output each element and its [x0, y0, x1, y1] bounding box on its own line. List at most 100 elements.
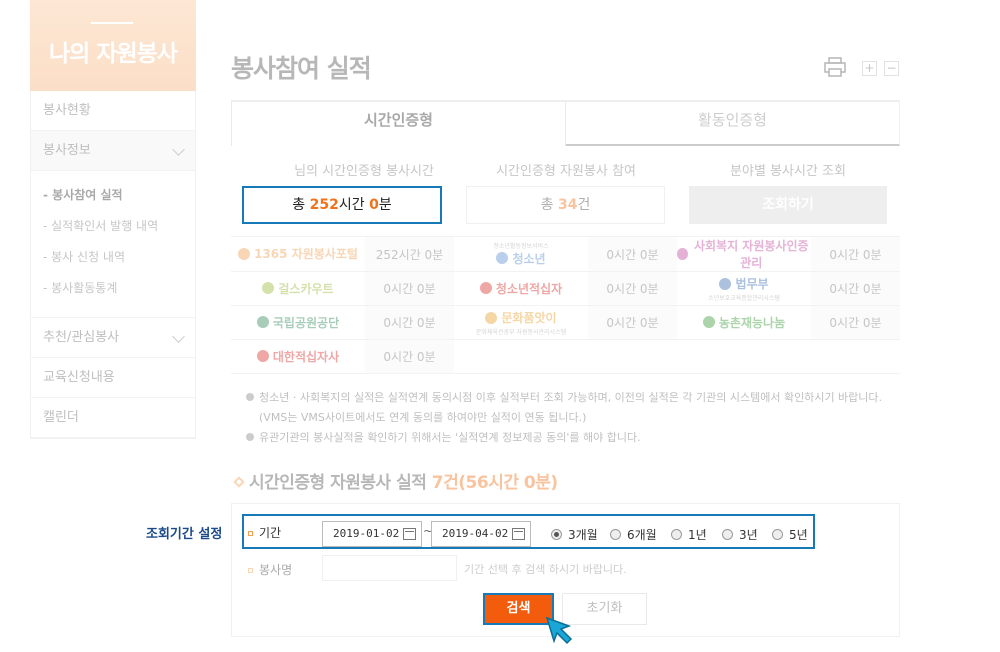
org-logo-mark: 청소년	[496, 250, 546, 267]
org-logo-icon	[702, 316, 715, 329]
org-logo-mark: 법무부	[719, 275, 769, 292]
org-logo-mark: 걸스카우트	[262, 280, 334, 297]
summary-head-hours: 님의 시간인증형 봉사시간	[294, 164, 434, 179]
summary-count-value: 34	[557, 197, 578, 213]
org-name: 청소년	[512, 251, 546, 266]
summary-hours-mid: 시간	[338, 197, 370, 213]
note-text: 청소년 · 사회복지의 실적은 실적연계 동의시점 이후 실적부터 조회 가능하…	[259, 391, 883, 404]
org-logo: 국립공원공단	[231, 305, 365, 340]
sidebar-submenu: - 봉사참여 실적 - 실적확인서 발행 내역 - 봉사 신청 내역 - 봉사활…	[31, 171, 195, 318]
org-hours: 0시간 0분	[811, 271, 900, 306]
sidebar-subitem-applications[interactable]: - 봉사 신청 내역	[43, 247, 195, 278]
note-text: 유관기관의 봉사실적을 확인하기 위해서는 '실적연계 정보제공 동의'를 해야…	[259, 431, 641, 444]
org-hours: 252시간 0분	[365, 236, 454, 272]
org-subtitle: 청소년활동정보서비스	[493, 242, 549, 250]
org-logo-icon	[485, 311, 498, 324]
summary-count-prefix: 총	[540, 197, 558, 213]
radio-label: 1년	[688, 528, 707, 542]
org-row: 걸스카우트 0시간 0분 청소년적십자 0시간 0분 법무부 소년보호교육종합관리시스템 0…	[231, 271, 900, 306]
date-to-input[interactable]: 2019-04-02	[431, 521, 531, 547]
period-callout-label: 조회기간 설정	[146, 527, 223, 542]
period-label: 기간	[248, 524, 281, 541]
page-title: 봉사참여 실적	[231, 54, 372, 83]
org-hours: 0시간 0분	[588, 305, 677, 340]
sidebar-subitem-records[interactable]: - 봉사참여 실적	[43, 185, 195, 216]
note-item: 유관기관의 봉사실적을 확인하기 위해서는 '실적연계 정보제공 동의'를 해야…	[246, 428, 882, 448]
zoom-out-button[interactable]: −	[884, 61, 899, 76]
org-logo-icon	[256, 350, 269, 363]
org-logo-icon	[479, 282, 492, 295]
calendar-icon[interactable]	[403, 528, 416, 540]
sidebar-item-recommend[interactable]: 추천/관심봉사	[31, 318, 195, 358]
org-logo: 사회복지 자원봉사인증관리	[677, 236, 811, 272]
org-logo-icon	[256, 316, 269, 329]
tab-activity-certified[interactable]: 활동인증형	[566, 102, 900, 146]
sidebar-header-divider	[91, 22, 133, 24]
org-name: 대한적십자사	[272, 349, 340, 364]
summary-hours-suffix: 분	[378, 197, 392, 213]
field-lookup-button[interactable]: 조회하기	[689, 186, 887, 224]
org-name: 1365 자원봉사포털	[254, 247, 358, 262]
org-logo: 문화품앗이문화체육관광부 자원봉사관리시스템	[454, 305, 588, 340]
org-logo: 청소년적십자	[454, 271, 588, 306]
square-bullet-icon	[248, 568, 253, 573]
sidebar-item-status[interactable]: 봉사현황	[31, 91, 195, 131]
section-title-text: 시간인증형 자원봉사 실적	[249, 473, 432, 493]
radio-label: 6개월	[627, 528, 657, 542]
chevron-down-icon	[172, 330, 185, 343]
radio-indicator[interactable]	[671, 529, 682, 540]
date-from-input[interactable]: 2019-01-02	[322, 521, 422, 547]
period-row: 기간 2019-01-02 ~ 2019-04-02 3개월 6개월 1년 3년…	[242, 514, 815, 549]
sidebar-item-info[interactable]: 봉사정보	[31, 131, 195, 171]
tab-time-certified[interactable]: 시간인증형	[231, 102, 566, 146]
note-item: 청소년 · 사회복지의 실적은 실적연계 동의시점 이후 실적부터 조회 가능하…	[246, 388, 882, 408]
radio-1year[interactable]: 1년	[671, 526, 707, 543]
summary-head-field: 분야별 봉사시간 조회	[730, 164, 846, 179]
radio-indicator[interactable]	[772, 529, 783, 540]
summary-hours-box: 총 252시간 0분	[242, 186, 442, 224]
org-subtitle: 문화체육관광부 자원봉사관리시스템	[475, 328, 567, 336]
print-icon[interactable]	[824, 57, 846, 77]
square-bullet-icon	[248, 531, 253, 536]
name-row: 봉사명 기간 선택 후 검색 하시기 바랍니다.	[242, 555, 815, 583]
org-logo-icon	[262, 282, 275, 295]
radio-indicator[interactable]	[610, 529, 621, 540]
sidebar-item-education[interactable]: 교육신청내용	[31, 358, 195, 398]
radio-indicator[interactable]	[551, 529, 562, 540]
radio-5years[interactable]: 5년	[772, 526, 808, 543]
section-count: 7건(56시간 0분)	[431, 473, 558, 493]
name-input[interactable]	[322, 555, 457, 581]
name-hint: 기간 선택 후 검색 하시기 바랍니다.	[464, 563, 627, 576]
radio-3months[interactable]: 3개월	[551, 526, 598, 543]
radio-label: 5년	[789, 528, 808, 542]
sidebar-subitem-certificates[interactable]: - 실적확인서 발행 내역	[43, 216, 195, 247]
org-name: 법무부	[735, 277, 769, 292]
summary-hours-prefix: 총	[292, 197, 310, 213]
radio-6months[interactable]: 6개월	[610, 526, 657, 543]
org-name: 청소년적십자	[495, 281, 563, 296]
org-hours: 0시간 0분	[811, 305, 900, 340]
note-item: (VMS는 VMS사이트에서도 연계 동의를 하여야만 실적이 연동 됩니다.)	[259, 411, 587, 424]
date-to-value: 2019-04-02	[442, 527, 509, 540]
sidebar-subitem-stats[interactable]: - 봉사활동통계	[43, 278, 195, 309]
radio-indicator[interactable]	[722, 529, 733, 540]
org-empty-cell	[454, 339, 900, 374]
zoom-in-button[interactable]: +	[862, 61, 877, 76]
org-logo: 1365 자원봉사포털	[231, 236, 365, 272]
org-name: 문화품앗이	[501, 311, 557, 326]
org-logo: 대한적십자사	[231, 339, 365, 374]
name-label: 봉사명	[248, 561, 292, 578]
pointer-arrow-icon	[545, 616, 573, 645]
org-hours: 0시간 0분	[811, 236, 900, 272]
radio-3years[interactable]: 3년	[722, 526, 758, 543]
org-logo-mark: 문화품앗이	[485, 309, 557, 326]
org-logo-mark: 농촌재능나눔	[702, 314, 785, 331]
sidebar-menu: 봉사현황 봉사정보 - 봉사참여 실적 - 실적확인서 발행 내역 - 봉사 신…	[30, 91, 196, 439]
notes: 청소년 · 사회복지의 실적은 실적연계 동의시점 이후 실적부터 조회 가능하…	[246, 388, 882, 448]
calendar-icon[interactable]	[512, 528, 525, 540]
radio-label: 3개월	[568, 528, 598, 542]
sidebar-item-calendar[interactable]: 캘린더	[31, 398, 195, 438]
period-label-text: 기간	[259, 526, 282, 540]
summary-head-count: 시간인증형 자원봉사 참여	[496, 164, 636, 179]
summary-count-suffix: 건	[577, 197, 591, 213]
